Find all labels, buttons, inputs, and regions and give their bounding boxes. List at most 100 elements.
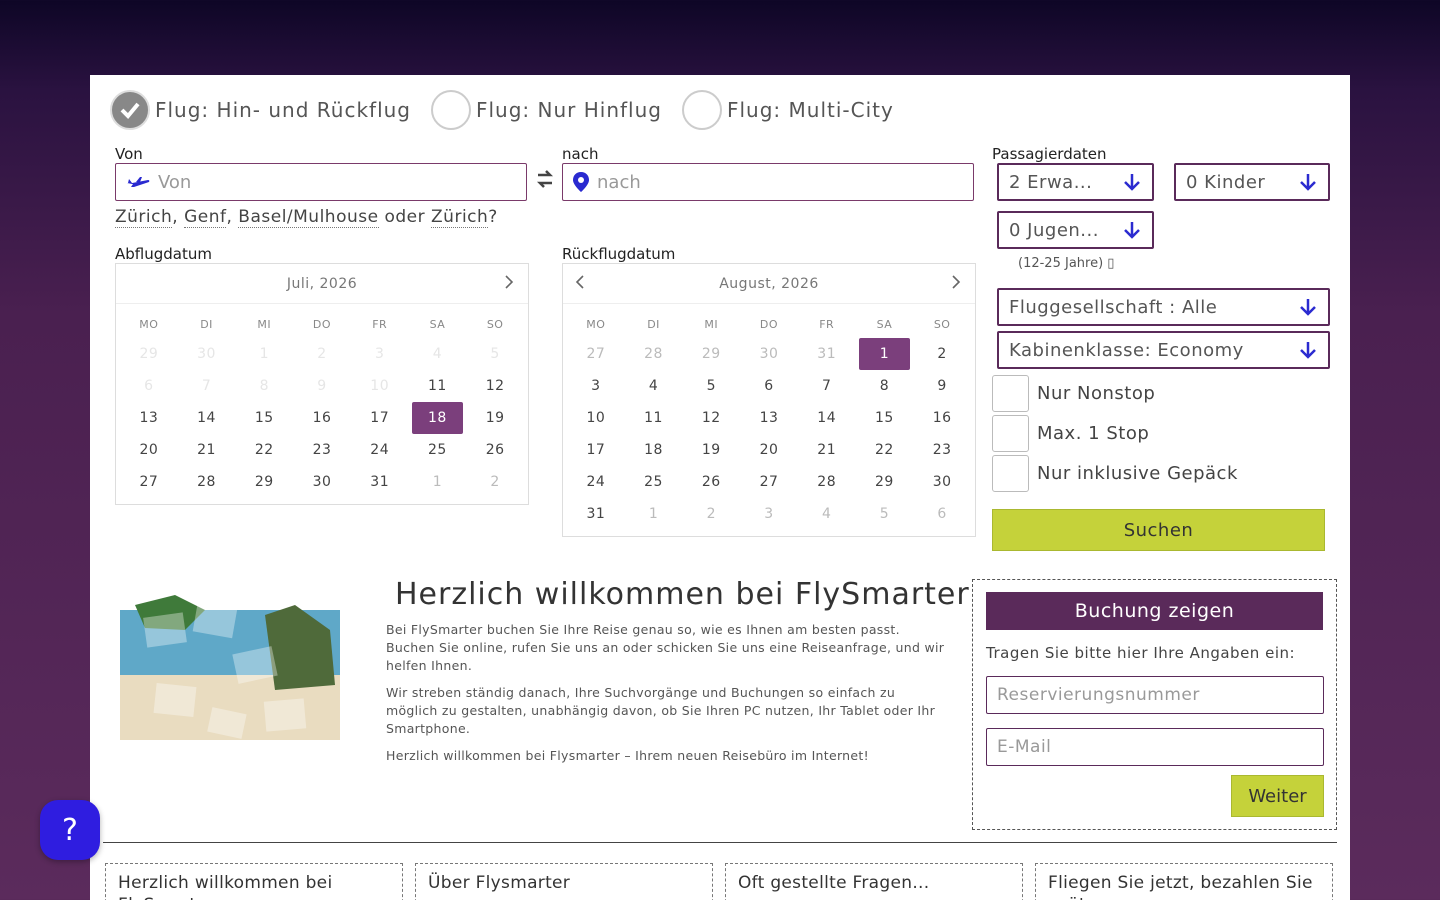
checkbox-baggage[interactable]: [992, 455, 1029, 492]
checkbox-nonstop[interactable]: [992, 375, 1029, 412]
calendar-day[interactable]: 22: [859, 434, 911, 466]
calendar-day[interactable]: 19: [469, 402, 521, 434]
calendar-day[interactable]: 27: [743, 466, 795, 498]
suggestion-separator: ,: [172, 207, 185, 227]
suggestion-link[interactable]: Basel/Mulhouse: [238, 207, 379, 228]
radio-oneway[interactable]: [431, 90, 471, 130]
reservation-number-input[interactable]: [986, 676, 1324, 714]
checkbox-max-one-stop[interactable]: [992, 415, 1029, 452]
calendar-day[interactable]: 15: [238, 402, 290, 434]
calendar-day[interactable]: 29: [859, 466, 911, 498]
filter-max-one-stop[interactable]: Max. 1 Stop: [992, 415, 1149, 452]
to-input[interactable]: [597, 171, 973, 193]
youth-select[interactable]: 0 Jugen...: [997, 211, 1154, 249]
adults-select[interactable]: 2 Erwa...: [997, 163, 1154, 201]
calendar-day[interactable]: 31: [570, 498, 622, 530]
calendar-day[interactable]: 25: [412, 434, 464, 466]
calendar-day[interactable]: 16: [916, 402, 968, 434]
calendar-day[interactable]: 5: [685, 370, 737, 402]
from-input[interactable]: [158, 171, 526, 193]
calendar-day[interactable]: 24: [570, 466, 622, 498]
calendar-day[interactable]: 17: [354, 402, 406, 434]
calendar-day[interactable]: 15: [859, 402, 911, 434]
calendar-day[interactable]: 11: [628, 402, 680, 434]
radio-roundtrip[interactable]: [110, 90, 150, 130]
calendar-day[interactable]: 22: [238, 434, 290, 466]
email-input[interactable]: [986, 728, 1324, 766]
calendar-day[interactable]: 18: [411, 402, 464, 434]
suggestion-link[interactable]: Zürich: [431, 207, 489, 228]
calendar-day[interactable]: 16: [296, 402, 348, 434]
calendar-day[interactable]: 31: [354, 466, 406, 498]
calendar-day[interactable]: 20: [123, 434, 175, 466]
calendar-day[interactable]: 9: [916, 370, 968, 402]
calendar-day[interactable]: 21: [181, 434, 233, 466]
calendar-day[interactable]: 13: [743, 402, 795, 434]
info-card[interactable]: Über Flysmarter: [415, 863, 713, 900]
calendar-day[interactable]: 3: [570, 370, 622, 402]
calendar-day: 4: [432, 346, 443, 362]
booking-subtitle: Tragen Sie bitte hier Ihre Angaben ein:: [986, 644, 1296, 662]
next-month-icon[interactable]: [951, 274, 961, 293]
calendar-day[interactable]: 25: [628, 466, 680, 498]
calendar-day[interactable]: 23: [296, 434, 348, 466]
calendar-day[interactable]: 24: [354, 434, 406, 466]
divider: [103, 842, 1337, 843]
calendar-day[interactable]: 30: [916, 466, 968, 498]
calendar-day: 1: [648, 506, 659, 522]
calendar-day[interactable]: 6: [743, 370, 795, 402]
continue-button[interactable]: Weiter: [1231, 775, 1324, 817]
calendar-day[interactable]: 21: [801, 434, 853, 466]
trip-type-multicity[interactable]: Flug: Multi-City: [681, 90, 894, 130]
trip-type-selector: Flug: Hin- und Rückflug Flug: Nur Hinflu…: [110, 90, 914, 130]
calendar-day[interactable]: 28: [181, 466, 233, 498]
from-field[interactable]: [115, 163, 527, 201]
children-select[interactable]: 0 Kinder: [1174, 163, 1330, 201]
calendar-day[interactable]: 28: [801, 466, 853, 498]
calendar-day: 10: [370, 378, 390, 394]
calendar-day[interactable]: 20: [743, 434, 795, 466]
filter-baggage[interactable]: Nur inklusive Gepäck: [992, 455, 1238, 492]
radio-multicity[interactable]: [681, 90, 722, 130]
swap-icon[interactable]: [536, 169, 554, 193]
calendar-day[interactable]: 12: [469, 370, 521, 402]
cabin-class-select[interactable]: Kabinenklasse: Economy: [997, 331, 1330, 369]
calendar-day[interactable]: 18: [628, 434, 680, 466]
suggestion-link[interactable]: Zürich: [115, 207, 173, 228]
calendar-day[interactable]: 23: [916, 434, 968, 466]
calendar-day[interactable]: 27: [123, 466, 175, 498]
prev-month-icon[interactable]: [575, 274, 585, 293]
suggestion-link[interactable]: Genf: [184, 207, 227, 228]
trip-type-oneway[interactable]: Flug: Nur Hinflug: [431, 90, 662, 130]
trip-type-roundtrip[interactable]: Flug: Hin- und Rückflug: [110, 90, 411, 130]
calendar-day[interactable]: 11: [412, 370, 464, 402]
calendar-day[interactable]: 13: [123, 402, 175, 434]
weekday-header: MI: [257, 318, 272, 331]
filter-nonstop[interactable]: Nur Nonstop: [992, 375, 1155, 412]
calendar-day[interactable]: 4: [628, 370, 680, 402]
info-card[interactable]: Herzlich willkommen bei FlySmarter: [105, 863, 403, 900]
calendar-day[interactable]: 29: [238, 466, 290, 498]
calendar-day[interactable]: 14: [181, 402, 233, 434]
info-card[interactable]: Fliegen Sie jetzt, bezahlen Sie später: [1035, 863, 1333, 900]
calendar-day[interactable]: 14: [801, 402, 853, 434]
weekday-header: SA: [429, 318, 446, 331]
calendar-day[interactable]: 19: [685, 434, 737, 466]
airline-select[interactable]: Fluggesellschaft : Alle: [997, 288, 1330, 326]
calendar-day[interactable]: 10: [570, 402, 622, 434]
next-month-icon[interactable]: [504, 274, 514, 293]
help-button[interactable]: ?: [40, 800, 100, 860]
search-button[interactable]: Suchen: [992, 509, 1325, 551]
calendar-day[interactable]: 2: [916, 338, 968, 370]
calendar-day[interactable]: 7: [801, 370, 853, 402]
calendar-day[interactable]: 30: [296, 466, 348, 498]
calendar-day[interactable]: 26: [685, 466, 737, 498]
calendar-day[interactable]: 17: [570, 434, 622, 466]
calendar-day[interactable]: 1: [858, 338, 911, 370]
calendar-day: 6: [937, 506, 947, 522]
calendar-day[interactable]: 26: [469, 434, 521, 466]
to-field[interactable]: [562, 163, 974, 201]
calendar-day[interactable]: 12: [685, 402, 737, 434]
info-card[interactable]: Oft gestellte Fragen...: [725, 863, 1023, 900]
calendar-day[interactable]: 8: [859, 370, 911, 402]
